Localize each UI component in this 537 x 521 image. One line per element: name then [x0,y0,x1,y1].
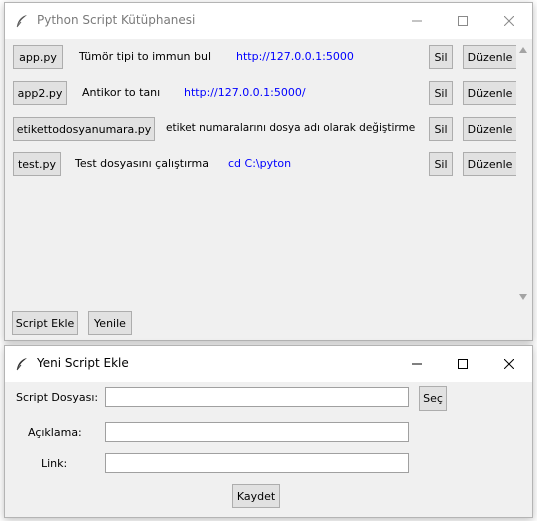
main-titlebar: Python Script Kütüphanesi [5,3,532,39]
script-file-button-app[interactable]: app.py [13,45,63,69]
add-script-button[interactable]: Script Ekle [12,311,78,335]
description-label: Açıklama: [28,426,82,439]
browse-button[interactable]: Seç [419,386,447,411]
script-link[interactable]: cd C:\pyton [228,157,291,170]
edit-button[interactable]: Düzenle [463,117,517,141]
close-icon [504,359,514,369]
minimize-button[interactable] [394,3,440,39]
vertical-scrollbar[interactable] [516,43,530,304]
add-script-dialog: Yeni Script Ekle Script Dosyası: Seç Açı… [4,345,533,518]
script-description: Tümör tipi to immun bul [79,50,212,63]
feather-icon [16,15,27,28]
script-link[interactable]: http://127.0.0.1:5000 [236,50,354,63]
script-file-input[interactable] [105,387,409,407]
script-description: Antikor to tanı [82,86,161,99]
minimize-icon [412,20,422,22]
save-button[interactable]: Kaydet [232,484,280,508]
main-window: Python Script Kütüphanesi app.py Tümör t… [4,2,533,341]
script-description: Test dosyasını çalıştırma [75,157,209,170]
dialog-titlebar: Yeni Script Ekle [5,346,532,382]
scroll-up-icon[interactable] [519,47,527,53]
script-file-label: Script Dosyası: [16,391,99,404]
scroll-down-icon[interactable] [519,294,527,300]
close-button[interactable] [486,3,532,39]
script-file-button-etikettodosyanumara[interactable]: etikettodosyanumara.py [13,117,155,141]
maximize-icon [458,359,468,369]
maximize-button[interactable] [440,3,486,39]
link-label: Link: [41,457,68,470]
dialog-title: Yeni Script Ekle [37,356,129,370]
script-link[interactable]: http://127.0.0.1:5000/ [184,86,306,99]
delete-button[interactable]: Sil [429,45,453,69]
delete-button[interactable]: Sil [429,81,453,105]
delete-button[interactable]: Sil [429,117,453,141]
link-input[interactable] [105,453,409,473]
edit-button[interactable]: Düzenle [463,45,517,69]
description-input[interactable] [105,422,409,442]
close-icon [504,16,514,26]
feather-icon [16,358,27,371]
main-window-title: Python Script Kütüphanesi [37,13,196,27]
edit-button[interactable]: Düzenle [463,81,517,105]
script-file-button-app2[interactable]: app2.py [13,81,67,105]
delete-button[interactable]: Sil [429,152,453,176]
refresh-button[interactable]: Yenile [88,311,132,335]
maximize-icon [458,16,468,26]
close-button[interactable] [486,346,532,382]
script-description: etiket numaralarını dosya adı olarak değ… [166,122,416,134]
minimize-icon [412,363,422,365]
script-file-button-test[interactable]: test.py [13,152,61,176]
edit-button[interactable]: Düzenle [463,152,517,176]
maximize-button[interactable] [440,346,486,382]
minimize-button[interactable] [394,346,440,382]
